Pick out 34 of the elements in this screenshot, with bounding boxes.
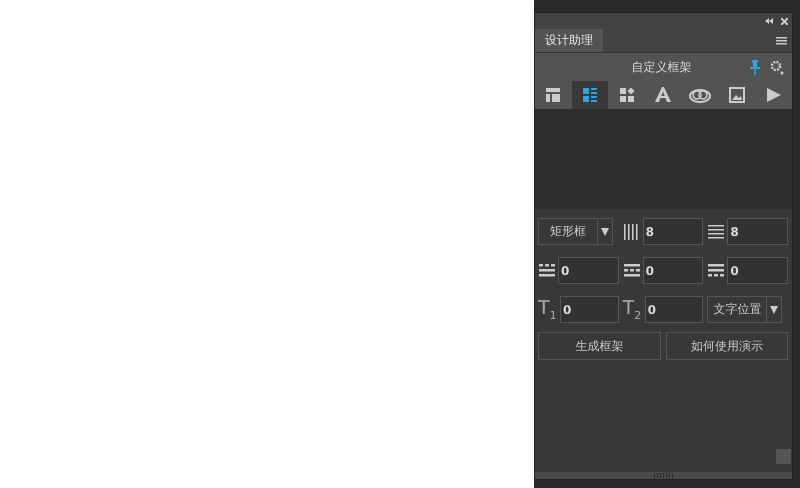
- panel-title: 自定义框架: [630, 58, 692, 76]
- number-field[interactable]: 0: [642, 257, 704, 284]
- collapse-icon[interactable]: [765, 18, 773, 24]
- spacing-icon: [622, 263, 641, 278]
- number-field[interactable]: 0: [558, 257, 619, 284]
- shapes-icon: [618, 87, 635, 103]
- caret-icon: [598, 226, 612, 236]
- number-field[interactable]: 0: [560, 296, 619, 323]
- number-field[interactable]: 8: [727, 218, 788, 245]
- panel-tab[interactable]: 设计助理: [535, 29, 603, 52]
- rows-icon: [707, 224, 726, 240]
- number-field[interactable]: 0: [644, 296, 704, 323]
- text-label: T$_{2}$: [622, 298, 642, 320]
- text-label: T$_{1}$: [538, 298, 558, 320]
- action-button[interactable]: 生成框架: [538, 332, 660, 360]
- scroll-bar[interactable]: [535, 472, 792, 479]
- pin-icon[interactable]: [750, 60, 760, 74]
- list-icon: [582, 87, 598, 103]
- spacing-icon: [707, 263, 726, 278]
- spacing-icon: [538, 263, 556, 278]
- dropdown[interactable]: 文字位置: [707, 296, 782, 323]
- resize-handle[interactable]: [776, 449, 791, 464]
- dropdown[interactable]: 矩形框: [538, 218, 613, 245]
- image-icon: [728, 87, 745, 103]
- number-field[interactable]: 0: [727, 257, 788, 284]
- menu-icon[interactable]: [776, 36, 787, 44]
- play-icon: [766, 87, 782, 103]
- number-field[interactable]: 8: [642, 218, 704, 245]
- layout-icon: [545, 87, 562, 103]
- letter-icon: [654, 87, 672, 103]
- close-icon[interactable]: [781, 18, 788, 24]
- tool-tab[interactable]: [572, 81, 608, 109]
- settings-icon[interactable]: [770, 60, 784, 74]
- action-button[interactable]: 如何使用演示: [666, 332, 788, 360]
